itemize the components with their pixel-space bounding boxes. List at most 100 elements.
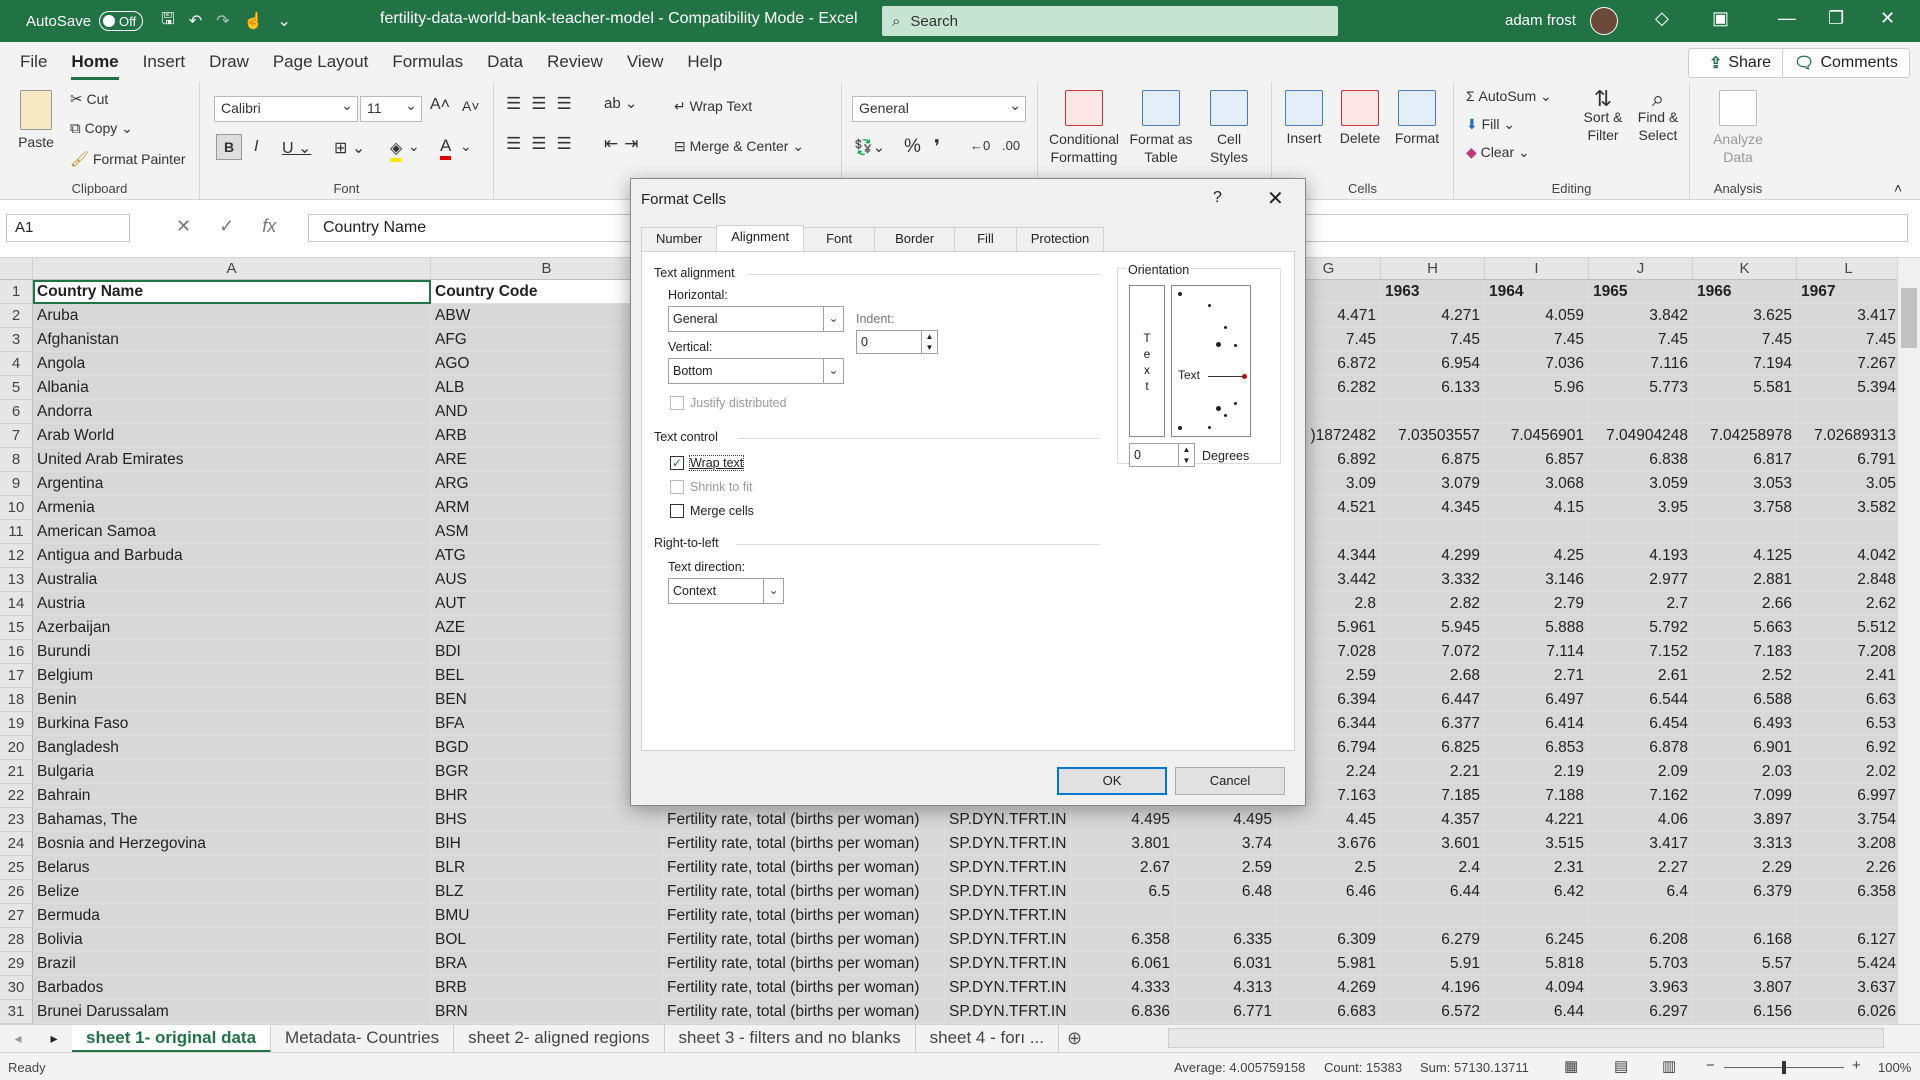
cell-i11[interactable]: [1485, 520, 1589, 544]
cell-l20[interactable]: 6.92: [1797, 736, 1897, 760]
cell-h19[interactable]: 6.377: [1381, 712, 1485, 736]
cell-k30[interactable]: 3.807: [1693, 976, 1797, 1000]
cell-i9[interactable]: 3.068: [1485, 472, 1589, 496]
tab-fill[interactable]: Fill: [954, 227, 1017, 251]
cell-b18[interactable]: BEN: [431, 688, 663, 712]
ribbon-display-icon[interactable]: ▣: [1712, 8, 1729, 29]
orientation-icon[interactable]: ab ⌄: [604, 94, 637, 112]
cell-b27[interactable]: BMU: [431, 904, 663, 928]
cell-a17[interactable]: Belgium: [33, 664, 431, 688]
scroll-thumb[interactable]: [1901, 288, 1917, 348]
zoom-level[interactable]: 100%: [1878, 1060, 1911, 1075]
cell-j21[interactable]: 2.09: [1589, 760, 1693, 784]
cell-h9[interactable]: 3.079: [1381, 472, 1485, 496]
cell-h1[interactable]: 1963: [1381, 280, 1485, 304]
cell-a26[interactable]: Belize: [33, 880, 431, 904]
cell-l27[interactable]: [1797, 904, 1897, 928]
cell-a28[interactable]: Bolivia: [33, 928, 431, 952]
delete-button[interactable]: Delete: [1336, 90, 1384, 146]
cell-f23[interactable]: 4.495: [1175, 808, 1277, 832]
cell-a27[interactable]: Bermuda: [33, 904, 431, 928]
cell-b29[interactable]: BRA: [431, 952, 663, 976]
tab-data[interactable]: Data: [475, 42, 535, 82]
cell-e27[interactable]: [1071, 904, 1175, 928]
merge-cells-checkbox[interactable]: [670, 504, 684, 518]
page-layout-view-icon[interactable]: ▤: [1614, 1057, 1628, 1075]
cell-j14[interactable]: 2.7: [1589, 592, 1693, 616]
cell-l31[interactable]: 6.026: [1797, 1000, 1897, 1024]
cell-l13[interactable]: 2.848: [1797, 568, 1897, 592]
zoom-thumb[interactable]: [1782, 1061, 1786, 1074]
cell-k9[interactable]: 3.053: [1693, 472, 1797, 496]
cell-c25[interactable]: Fertility rate, total (births per woman): [663, 856, 945, 880]
cell-h11[interactable]: [1381, 520, 1485, 544]
cell-b25[interactable]: BLR: [431, 856, 663, 880]
analyze-data-button[interactable]: Analyze Data: [1708, 90, 1768, 166]
cell-b22[interactable]: BHR: [431, 784, 663, 808]
column-header-l[interactable]: L: [1797, 258, 1897, 280]
tab-draw[interactable]: Draw: [197, 42, 261, 82]
enter-icon[interactable]: ✓: [219, 216, 234, 237]
cell-l21[interactable]: 2.02: [1797, 760, 1897, 784]
cell-j18[interactable]: 6.544: [1589, 688, 1693, 712]
row-header[interactable]: 7: [0, 424, 33, 448]
column-header-h[interactable]: H: [1381, 258, 1485, 280]
cell-k22[interactable]: 7.099: [1693, 784, 1797, 808]
cell-h4[interactable]: 6.954: [1381, 352, 1485, 376]
cell-e26[interactable]: 6.5: [1071, 880, 1175, 904]
cell-l1[interactable]: 1967: [1797, 280, 1897, 304]
cell-j20[interactable]: 6.878: [1589, 736, 1693, 760]
insert-button[interactable]: Insert: [1280, 90, 1328, 146]
cell-h2[interactable]: 4.271: [1381, 304, 1485, 328]
zoom-out-icon[interactable]: −: [1706, 1057, 1715, 1074]
cell-l24[interactable]: 3.208: [1797, 832, 1897, 856]
cell-k25[interactable]: 2.29: [1693, 856, 1797, 880]
user-name[interactable]: adam frost: [1505, 12, 1576, 29]
cell-d31[interactable]: SP.DYN.TFRT.IN: [945, 1000, 1071, 1024]
cell-l26[interactable]: 6.358: [1797, 880, 1897, 904]
row-header[interactable]: 11: [0, 520, 33, 544]
cell-l23[interactable]: 3.754: [1797, 808, 1897, 832]
sheet-tab[interactable]: sheet 2- aligned regions: [454, 1024, 665, 1053]
cell-b8[interactable]: ARE: [431, 448, 663, 472]
cell-g28[interactable]: 6.309: [1277, 928, 1381, 952]
cell-j28[interactable]: 6.208: [1589, 928, 1693, 952]
column-header-j[interactable]: J: [1589, 258, 1693, 280]
currency-icon[interactable]: 💱⌄: [854, 138, 885, 156]
cell-b16[interactable]: BDI: [431, 640, 663, 664]
cell-g31[interactable]: 6.683: [1277, 1000, 1381, 1024]
cell-b13[interactable]: AUS: [431, 568, 663, 592]
cell-k29[interactable]: 5.57: [1693, 952, 1797, 976]
cell-h20[interactable]: 6.825: [1381, 736, 1485, 760]
indent-icons[interactable]: ⇤⇥: [604, 134, 645, 154]
row-header[interactable]: 9: [0, 472, 33, 496]
cell-j2[interactable]: 3.842: [1589, 304, 1693, 328]
save-icon[interactable]: 🖫: [161, 8, 175, 35]
cell-f24[interactable]: 3.74: [1175, 832, 1277, 856]
comma-icon[interactable]: ❜: [934, 136, 940, 159]
cell-g25[interactable]: 2.5: [1277, 856, 1381, 880]
row-header[interactable]: 1: [0, 280, 33, 304]
cancel-icon[interactable]: ✕: [176, 216, 191, 237]
cell-h22[interactable]: 7.185: [1381, 784, 1485, 808]
page-break-view-icon[interactable]: ▥: [1662, 1057, 1676, 1075]
cell-h24[interactable]: 3.601: [1381, 832, 1485, 856]
bold-icon[interactable]: B: [216, 134, 242, 160]
cell-a20[interactable]: Bangladesh: [33, 736, 431, 760]
cell-l25[interactable]: 2.26: [1797, 856, 1897, 880]
cell-h8[interactable]: 6.875: [1381, 448, 1485, 472]
cell-l30[interactable]: 3.637: [1797, 976, 1897, 1000]
cell-b9[interactable]: ARG: [431, 472, 663, 496]
paste-button[interactable]: Paste: [14, 90, 58, 150]
cell-i12[interactable]: 4.25: [1485, 544, 1589, 568]
cell-k20[interactable]: 6.901: [1693, 736, 1797, 760]
column-header-b[interactable]: B: [431, 258, 663, 280]
tab-help[interactable]: Help: [675, 42, 734, 82]
sheet-tab[interactable]: Metadata- Countries: [271, 1024, 455, 1053]
cell-a13[interactable]: Australia: [33, 568, 431, 592]
cell-h23[interactable]: 4.357: [1381, 808, 1485, 832]
cell-l6[interactable]: [1797, 400, 1897, 424]
search-box[interactable]: ⌕ Search: [882, 6, 1338, 36]
cell-e25[interactable]: 2.67: [1071, 856, 1175, 880]
cell-a4[interactable]: Angola: [33, 352, 431, 376]
